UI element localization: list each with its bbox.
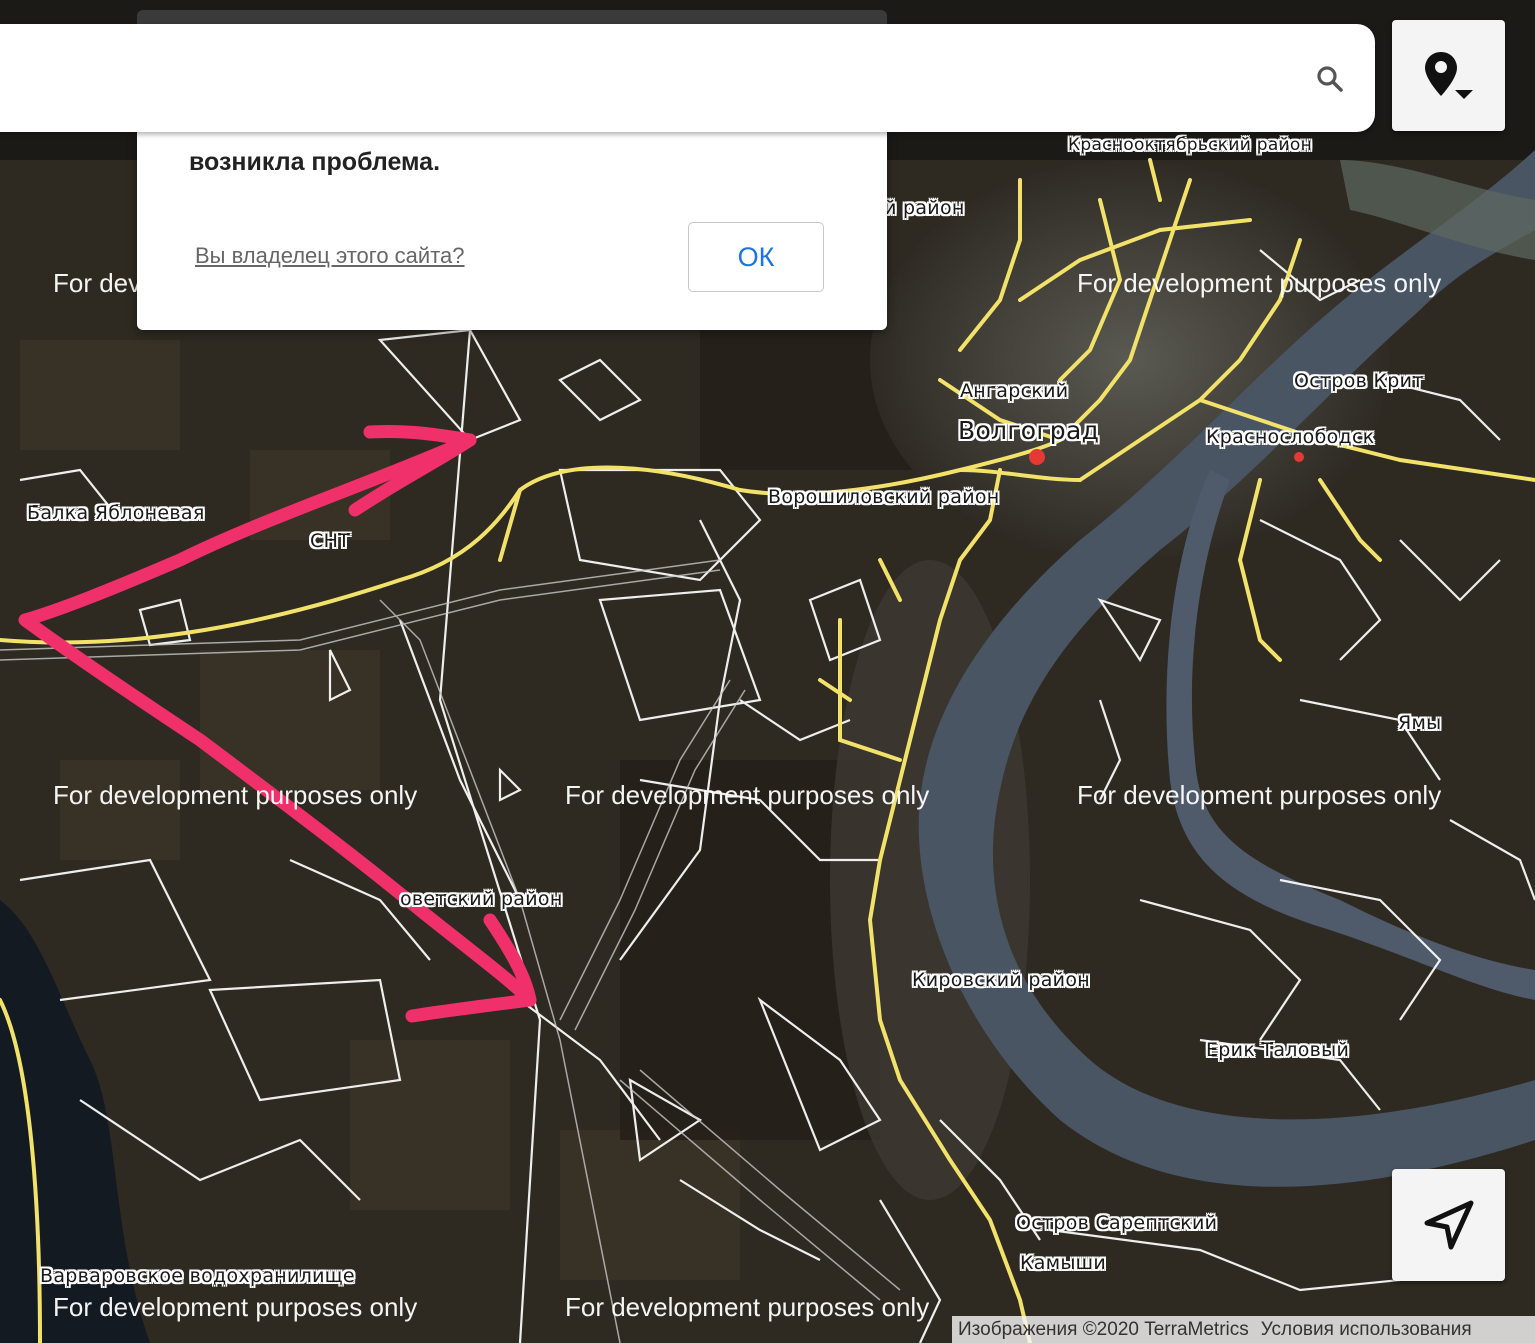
place-label-varvarovskoe: Варваровское водохранилище <box>40 1265 355 1287</box>
search-icon[interactable] <box>1315 64 1345 94</box>
ok-button[interactable]: ОК <box>688 222 824 292</box>
search-bar[interactable] <box>0 24 1375 132</box>
place-label-rayon-top: й район <box>884 197 965 219</box>
place-label-sareptsky: Остров Сарептский <box>1016 1212 1218 1234</box>
place-label-krasnoslobodsk: Краснослободск <box>1206 426 1375 448</box>
place-label-yamy: Ямы <box>1398 712 1442 734</box>
location-dropdown-button[interactable] <box>1392 20 1505 131</box>
place-label-snt: СНТ <box>310 530 351 552</box>
error-dialog: возникла проблема. Вы владелец этого сай… <box>137 130 887 330</box>
watermark: For development purposes only <box>53 1292 418 1322</box>
place-label-erik: Ерик Таловый <box>1206 1039 1350 1061</box>
navigation-arrow-icon <box>1424 1200 1473 1250</box>
terms-link[interactable]: Условия использования <box>1255 1319 1478 1341</box>
place-label-volgograd: Волгоград <box>958 416 1100 445</box>
watermark: For development purposes only <box>1077 268 1442 298</box>
watermark: For development purposes only <box>1077 780 1442 810</box>
place-label-balka: Балка Яблоневая <box>27 502 205 524</box>
place-label-ostrov-krit: Остров Крит <box>1294 370 1424 392</box>
place-label-kamyshi: Камыши <box>1020 1252 1107 1274</box>
dialog-message: возникла проблема. <box>189 148 441 176</box>
site-owner-link[interactable]: Вы владелец этого сайта? <box>195 243 465 269</box>
my-location-button[interactable] <box>1392 1169 1505 1281</box>
place-label-krasnooktyabrsky: Краснооктябрьский район <box>1068 135 1313 155</box>
watermark: For development purposes only <box>565 780 930 810</box>
krasnoslobodsk-marker[interactable] <box>1294 452 1304 462</box>
place-label-voroshilovsky: Ворошиловский район <box>768 486 1000 508</box>
map-attribution: Изображения ©2020 TerraMetrics Условия и… <box>952 1316 1535 1343</box>
dialog-top-edge <box>137 10 887 24</box>
place-label-kirovsky: Кировский район <box>912 969 1090 991</box>
watermark: For development purposes only <box>53 780 418 810</box>
place-label-angarsky: Ангарский <box>960 380 1069 402</box>
volgograd-marker[interactable] <box>1029 449 1045 465</box>
imagery-attribution: Изображения ©2020 TerraMetrics <box>958 1318 1249 1340</box>
watermark: For development purposes only <box>565 1292 930 1322</box>
location-pin-dropdown-icon <box>1424 51 1473 99</box>
place-label-sovetsky: оветский район <box>400 888 563 910</box>
